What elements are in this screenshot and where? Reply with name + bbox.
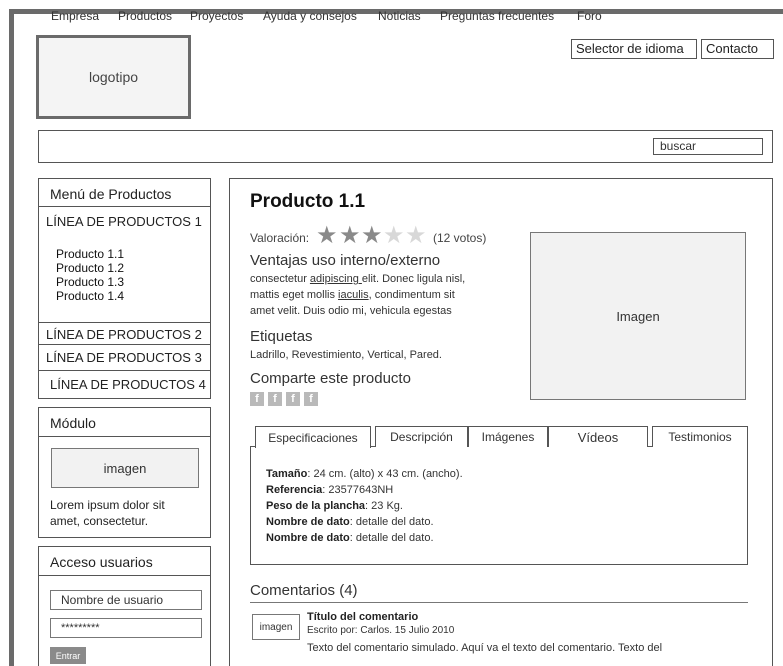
spec-value: : 23577643NH <box>322 484 394 496</box>
nav-item-ayuda[interactable]: Ayuda y consejos <box>263 9 357 23</box>
contact-button[interactable]: Contacto <box>701 39 774 59</box>
module-image-label: imagen <box>103 460 147 476</box>
module-text-2: amet, consectetur. <box>50 514 149 528</box>
spec-row: Tamaño: 24 cm. (alto) x 43 cm. (ancho). <box>266 468 463 480</box>
spec-label: Peso de la plancha <box>266 500 366 512</box>
share-title: Comparte este producto <box>250 370 411 387</box>
product-line-3[interactable]: LÍNEA DE PRODUCTOS 3 <box>46 350 202 365</box>
tab-descripcion[interactable]: Descripción <box>375 426 468 447</box>
nav-item-empresa[interactable]: Empresa <box>51 9 99 23</box>
logo-text: logotipo <box>88 69 139 85</box>
spec-label: Nombre de dato <box>266 532 350 544</box>
divider <box>38 322 211 323</box>
spec-value: : detalle del dato. <box>349 516 434 528</box>
search-input[interactable]: buscar <box>653 138 763 155</box>
username-input[interactable]: Nombre de usuario <box>50 590 202 610</box>
facebook-share-icon[interactable]: f <box>304 392 318 406</box>
divider <box>38 370 211 371</box>
divider <box>38 575 211 576</box>
tab-testimonios[interactable]: Testimonios <box>652 426 748 447</box>
advantages-text: elit. Donec ligula nisl, <box>361 273 466 285</box>
star-icon[interactable]: ★ <box>383 224 405 248</box>
facebook-share-icon[interactable]: f <box>250 392 264 406</box>
login-title: Acceso usuarios <box>50 554 153 570</box>
advantages-link[interactable]: iaculis <box>338 289 369 301</box>
star-icon[interactable]: ★ <box>339 224 361 248</box>
language-selector[interactable]: Selector de idioma <box>571 39 697 59</box>
divider <box>38 344 211 345</box>
divider <box>250 602 748 603</box>
spec-value: : detalle del dato. <box>349 532 434 544</box>
comments-title: Comentarios (4) <box>250 582 358 599</box>
module-image: imagen <box>51 448 199 488</box>
tab-imagenes[interactable]: Imágenes <box>468 426 548 447</box>
product-image: Imagen <box>530 232 746 400</box>
product-link-1[interactable]: Producto 1.1 <box>56 248 124 261</box>
tags-title: Etiquetas <box>250 328 313 345</box>
divider <box>38 206 211 207</box>
rating-label: Valoración: <box>250 231 310 245</box>
advantages-line-2: mattis eget mollis iaculis, condimentum … <box>250 288 455 302</box>
product-link-2[interactable]: Producto 1.2 <box>56 262 124 275</box>
comment-avatar: imagen <box>252 614 300 640</box>
divider <box>38 436 211 437</box>
comment-text: Texto del comentario simulado. Aquí va e… <box>307 642 663 654</box>
advantages-text: mattis eget mollis <box>250 289 339 301</box>
star-icon[interactable]: ★ <box>361 224 383 248</box>
spec-value: : 23 Kg. <box>365 500 403 512</box>
password-input[interactable]: ********* <box>50 618 202 638</box>
spec-label: Nombre de dato <box>266 516 350 528</box>
tab-especificaciones[interactable]: Especificaciones <box>255 426 371 448</box>
spec-label: Tamaño <box>266 468 308 480</box>
star-icon[interactable]: ★ <box>405 224 427 248</box>
product-menu-title: Menú de Productos <box>50 186 172 202</box>
star-icon[interactable]: ★ <box>316 224 338 248</box>
tags-list: Ladrillo, Revestimiento, Vertical, Pared… <box>250 349 442 361</box>
product-line-1[interactable]: LÍNEA DE PRODUCTOS 1 <box>46 214 202 229</box>
product-link-3[interactable]: Producto 1.3 <box>56 276 124 289</box>
product-image-label: Imagen <box>616 308 660 324</box>
advantages-text: consectetur <box>250 273 310 285</box>
nav-item-foro[interactable]: Foro <box>577 9 602 23</box>
module-text-1: Lorem ipsum dolor sit <box>50 498 165 512</box>
votes-count: (12 votos) <box>433 231 487 245</box>
spec-row: Nombre de dato: detalle del dato. <box>266 532 434 544</box>
comment-meta: Escrito por: Carlos. 15 Julio 2010 <box>307 625 455 636</box>
advantages-text: , condimentum sit <box>368 289 455 301</box>
spec-value: : 24 cm. (alto) x 43 cm. (ancho). <box>307 468 463 480</box>
product-link-4[interactable]: Producto 1.4 <box>56 290 124 303</box>
nav-item-proyectos[interactable]: Proyectos <box>190 9 243 23</box>
product-title: Producto 1.1 <box>250 191 366 212</box>
nav-item-noticias[interactable]: Noticias <box>378 9 421 23</box>
spec-row: Referencia: 23577643NH <box>266 484 393 496</box>
module-title: Módulo <box>50 415 96 431</box>
logo[interactable]: logotipo <box>36 35 191 119</box>
advantages-title: Ventajas uso interno/externo <box>250 252 441 269</box>
facebook-share-icon[interactable]: f <box>268 392 282 406</box>
nav-item-productos[interactable]: Productos <box>118 9 172 23</box>
spec-row: Peso de la plancha: 23 Kg. <box>266 500 403 512</box>
advantages-link[interactable]: adipiscing <box>310 273 362 285</box>
comment-title: Título del comentario <box>307 611 419 623</box>
spec-row: Nombre de dato: detalle del dato. <box>266 516 434 528</box>
nav-item-faq[interactable]: Preguntas frecuentes <box>440 9 554 23</box>
advantages-line-3: amet velit. Duis odio mi, vehicula egest… <box>250 305 452 317</box>
advantages-line-1: consectetur adipiscing elit. Donec ligul… <box>250 272 465 286</box>
tab-videos[interactable]: Vídeos <box>548 426 648 447</box>
login-button[interactable]: Entrar <box>50 647 86 664</box>
spec-label: Referencia <box>266 484 323 496</box>
facebook-share-icon[interactable]: f <box>286 392 300 406</box>
product-line-2[interactable]: LÍNEA DE PRODUCTOS 2 <box>46 327 202 342</box>
product-line-4[interactable]: LÍNEA DE PRODUCTOS 4 <box>50 377 206 392</box>
